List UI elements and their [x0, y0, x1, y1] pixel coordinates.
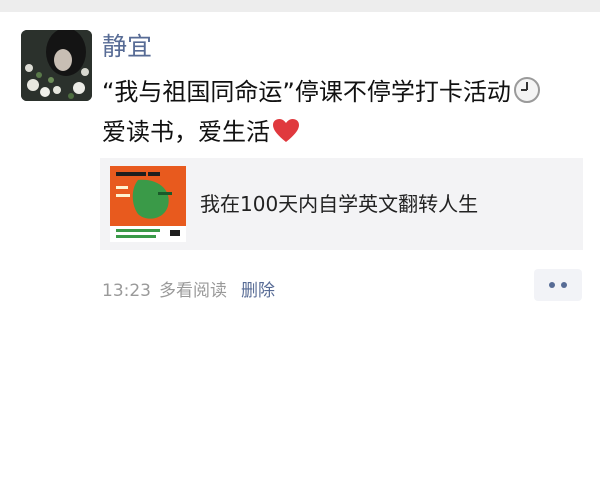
- post-text: “我与祖国同命运”停课不停学打卡活动 爱读书，爱生活: [102, 74, 592, 154]
- more-actions-button[interactable]: [534, 269, 582, 301]
- more-dot-icon: [549, 282, 555, 288]
- red-heart-icon: [272, 118, 300, 154]
- post-text-line-2: 爱读书，爱生活: [102, 118, 270, 146]
- more-dot-icon: [561, 282, 567, 288]
- post-source[interactable]: 多看阅读: [159, 281, 227, 301]
- shared-link-card[interactable]: 我在100天内自学英文翻转人生: [100, 158, 583, 250]
- avatar-image: [21, 30, 92, 101]
- post-meta: 13:23 多看阅读 删除: [102, 278, 283, 304]
- status-bar-strip: [0, 0, 600, 12]
- post-time: 13:23: [102, 281, 151, 301]
- link-card-title: 我在100天内自学英文翻转人生: [200, 192, 479, 216]
- clock-icon: [513, 76, 541, 114]
- author-name[interactable]: 静宜: [102, 30, 152, 64]
- post-text-line-1: “我与祖国同命运”停课不停学打卡活动: [102, 78, 511, 106]
- book-cover-thumbnail: [110, 166, 186, 242]
- avatar[interactable]: [21, 30, 92, 101]
- delete-button[interactable]: 删除: [241, 281, 275, 301]
